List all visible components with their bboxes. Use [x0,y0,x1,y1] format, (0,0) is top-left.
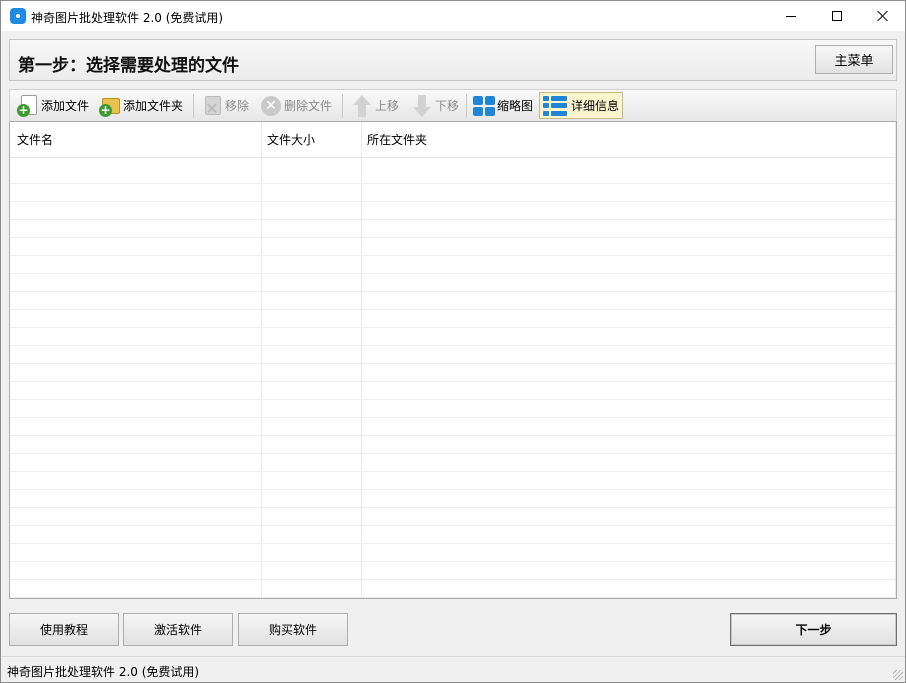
delete-file-button[interactable]: ✕ 删除文件 [257,92,335,119]
add-file-label: 添加文件 [41,99,90,113]
activate-button[interactable]: 激活软件 [123,613,233,646]
column-header-filename[interactable]: 文件名 [17,131,53,148]
table-row [10,490,896,508]
file-list-table[interactable]: 文件名 文件大小 所在文件夹 [9,121,897,599]
table-row [10,310,896,328]
detail-view-button[interactable]: 详细信息 [539,92,624,119]
arrow-down-icon [411,94,433,117]
table-row [10,274,896,292]
table-row [10,382,896,400]
column-header-folder[interactable]: 所在文件夹 [367,131,427,148]
minimize-button[interactable] [768,1,814,31]
add-file-button[interactable]: + 添加文件 [14,92,92,119]
toolbar: + 添加文件 + 添加文件夹 ✕ 移除 ✕ 删除文件 上移 下移 缩略图 详细信… [9,89,897,121]
detail-view-label: 详细信息 [571,99,620,113]
table-row [10,346,896,364]
table-row [10,580,896,598]
status-bar: 神奇图片批处理软件 2.0 (免费试用) [1,656,905,682]
minimize-icon [786,15,796,17]
table-row [10,472,896,490]
window-title: 神奇图片批处理软件 2.0 (免费试用) [31,11,224,25]
buy-button[interactable]: 购买软件 [238,613,348,646]
column-header-filesize[interactable]: 文件大小 [267,131,315,148]
tutorial-button[interactable]: 使用教程 [9,613,119,646]
move-up-button[interactable]: 上移 [348,92,402,119]
step-header: 第一步：选择需要处理的文件 主菜单 [9,39,897,81]
move-down-label: 下移 [435,99,460,113]
toolbar-divider [466,94,467,118]
table-row [10,400,896,418]
thumbnail-view-label: 缩略图 [497,99,534,113]
footer-actions: 使用教程 激活软件 购买软件 下一步 [1,605,905,655]
close-icon [877,10,889,22]
page-title: 第一步：选择需要处理的文件 [18,56,239,76]
maximize-button[interactable] [814,1,860,31]
grid-icon [473,95,495,117]
main-menu-button[interactable]: 主菜单 [815,45,893,74]
resize-grip-icon[interactable] [893,670,903,680]
add-folder-button[interactable]: + 添加文件夹 [96,92,186,119]
next-step-button[interactable]: 下一步 [730,613,897,646]
add-folder-icon: + [99,95,121,117]
add-folder-label: 添加文件夹 [123,99,184,113]
table-header: 文件名 文件大小 所在文件夹 [10,122,896,158]
delete-circle-icon: ✕ [260,95,282,117]
table-row [10,328,896,346]
table-row [10,418,896,436]
remove-button[interactable]: ✕ 移除 [198,92,252,119]
move-down-button[interactable]: 下移 [408,92,462,119]
close-button[interactable] [860,1,906,31]
remove-icon: ✕ [201,95,223,117]
table-row [10,256,896,274]
toolbar-divider [193,94,194,118]
table-row [10,562,896,580]
move-up-label: 上移 [375,99,400,113]
table-row [10,436,896,454]
table-row [10,220,896,238]
table-body [10,166,896,598]
table-row [10,526,896,544]
app-logo-icon [10,8,26,24]
status-text: 神奇图片批处理软件 2.0 (免费试用) [7,665,200,679]
table-row [10,364,896,382]
table-row [10,184,896,202]
toolbar-divider [342,94,343,118]
list-icon [543,95,569,117]
table-row [10,238,896,256]
title-bar[interactable]: 神奇图片批处理软件 2.0 (免费试用) [1,1,905,31]
arrow-up-icon [351,94,373,117]
add-file-icon: + [17,94,39,117]
maximize-icon [832,11,842,21]
app-window: 神奇图片批处理软件 2.0 (免费试用) 第一步：选择需要处理的文件 主菜单 +… [0,0,906,683]
table-row [10,508,896,526]
table-row [10,166,896,184]
thumbnail-view-button[interactable]: 缩略图 [470,92,536,119]
table-row [10,292,896,310]
table-row [10,544,896,562]
table-row [10,454,896,472]
table-row [10,202,896,220]
remove-label: 移除 [225,99,250,113]
delete-file-label: 删除文件 [284,99,333,113]
